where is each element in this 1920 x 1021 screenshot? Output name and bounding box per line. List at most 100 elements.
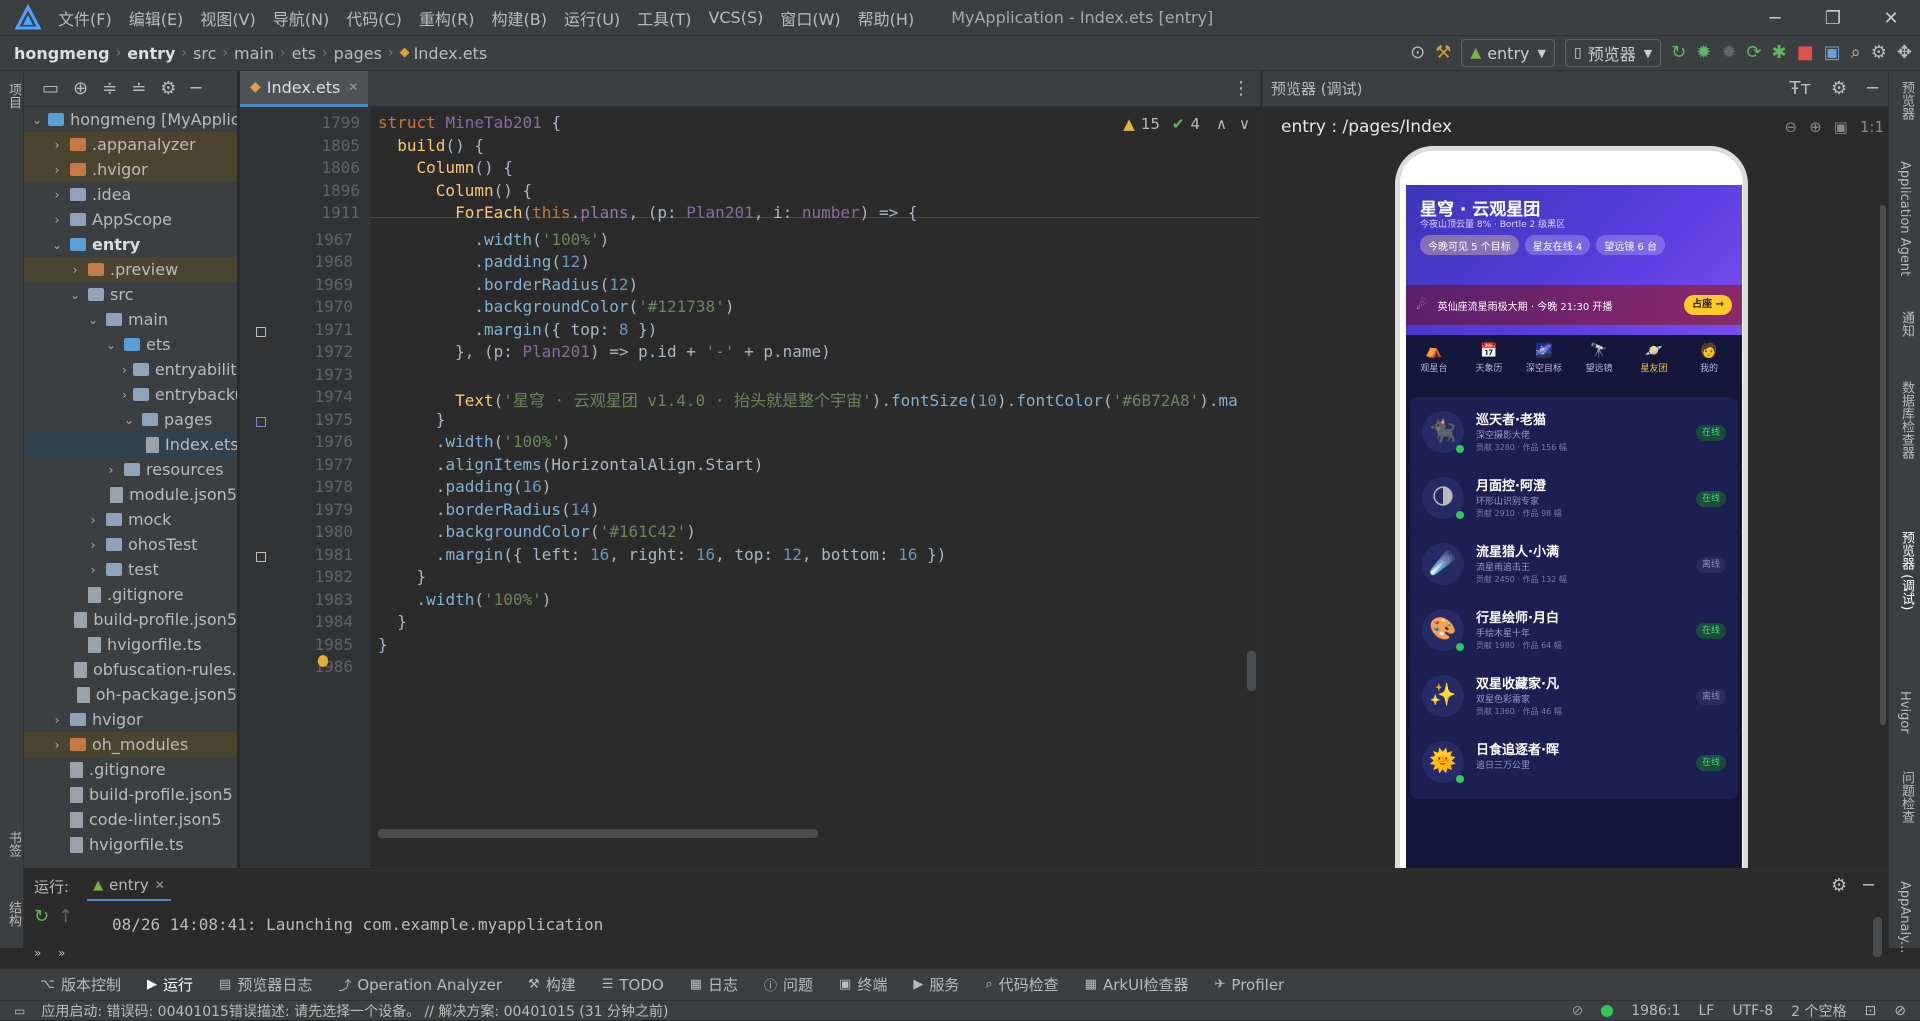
menu-item[interactable]: 视图(V) xyxy=(200,6,255,30)
bottom-tab[interactable]: ▦ 日志 xyxy=(690,974,738,995)
tree-node[interactable]: › .appanalyzer xyxy=(24,132,237,157)
bottom-tab[interactable]: ▦ ArkUI检查器 xyxy=(1085,974,1189,995)
bottom-tab[interactable]: ▣ 终端 xyxy=(839,974,887,995)
bottom-tab[interactable]: ▶ 服务 xyxy=(913,974,959,995)
attach-debugger-icon[interactable]: ✹ xyxy=(1721,43,1736,63)
bookmarks-tool-button[interactable]: 书签 xyxy=(4,831,23,857)
tree-node[interactable]: code-linter.json5 xyxy=(24,807,237,832)
tree-node[interactable]: › entrybackupability xyxy=(24,382,237,407)
breadcrumb-item[interactable]: pages xyxy=(334,44,382,63)
menu-item[interactable]: 导航(N) xyxy=(273,6,329,30)
breadcrumb-item[interactable]: main xyxy=(234,44,274,63)
minimize-icon[interactable]: ─ xyxy=(1746,8,1804,29)
structure-tool-button[interactable]: 结构 xyxy=(4,901,23,927)
tree-node[interactable]: hvigorfile.ts xyxy=(24,632,237,657)
more-right-icon[interactable]: » xyxy=(58,943,65,963)
target-icon[interactable]: ⊙ xyxy=(1410,43,1425,63)
readonly-icon[interactable]: ⊡ xyxy=(1865,1003,1877,1019)
breadcrumb-item[interactable]: src xyxy=(193,44,216,63)
friend-card[interactable]: 🌗 月面控·阿澄 环形山识别专家 贡献 2910 · 作品 98 幅在线 xyxy=(1410,463,1738,535)
friend-card[interactable]: 🌞 日食追逐者·晖 追日三万公里 在线 xyxy=(1410,727,1738,799)
tree-node[interactable]: hvigorfile.ts xyxy=(24,832,237,857)
close-run-tab-icon[interactable]: ✕ xyxy=(155,878,165,892)
app-nav-item[interactable]: 🔭 望远镜 xyxy=(1575,343,1623,374)
prev-highlight-icon[interactable]: ∧ xyxy=(1216,115,1227,133)
line-separator[interactable]: LF xyxy=(1699,1003,1715,1019)
settings-icon[interactable]: ⚙ xyxy=(1871,43,1887,63)
chevron-right-icon[interactable]: › xyxy=(86,538,100,552)
bottom-tab[interactable]: ⚒ 构建 xyxy=(528,974,576,995)
tree-node[interactable]: › ohosTest xyxy=(24,532,237,557)
file-encoding[interactable]: UTF-8 xyxy=(1732,1003,1773,1019)
close-tab-icon[interactable]: ✕ xyxy=(348,77,358,97)
tree-node[interactable]: › oh_modules xyxy=(24,732,237,757)
previewer-tool-button[interactable]: 预览器 xyxy=(1897,81,1916,120)
hammer-icon[interactable]: ⚒ xyxy=(1435,43,1451,63)
fit-icon[interactable]: ▣ xyxy=(1834,118,1848,136)
friend-card[interactable]: 🎨 行星绘师·月白 手绘木星十年 贡献 1980 · 作品 64 幅在线 xyxy=(1410,595,1738,667)
hide-icon[interactable]: ─ xyxy=(190,78,201,99)
chevron-down-icon[interactable]: ⌄ xyxy=(104,338,118,352)
project-tool-button[interactable]: 项目 xyxy=(4,83,23,109)
tab-index-ets[interactable]: ◆ Index.ets ✕ xyxy=(240,70,369,107)
tree-node[interactable]: oh-package.json5 xyxy=(24,682,237,707)
restore-icon[interactable]: ❐ xyxy=(1804,8,1862,29)
vertical-scrollbar[interactable] xyxy=(1247,651,1256,691)
chevron-right-icon[interactable]: › xyxy=(68,263,82,277)
horizontal-scrollbar[interactable] xyxy=(378,829,818,838)
more-tabs-icon[interactable]: ⋮ xyxy=(1232,79,1250,99)
more-left-icon[interactable]: » xyxy=(34,943,41,963)
hide-panel-icon[interactable]: ─ xyxy=(1867,78,1878,99)
friend-card[interactable]: ☄️ 流星猎人·小满 流星雨追击王 贡献 2450 · 作品 132 幅 离线 xyxy=(1410,529,1738,601)
expand-all-icon[interactable]: ≑ xyxy=(102,78,117,99)
rerun-icon[interactable]: ↻ xyxy=(1671,43,1686,63)
app-nav-item[interactable]: 🧑 我的 xyxy=(1685,343,1733,374)
zoom-out-icon[interactable]: ⊖ xyxy=(1785,118,1798,136)
bottom-tab[interactable]: ☰ TODO xyxy=(602,976,664,994)
chevron-right-icon[interactable]: › xyxy=(50,213,64,227)
tree-node[interactable]: › entryability xyxy=(24,357,237,382)
locate-icon[interactable]: ⊕ xyxy=(73,78,88,99)
tree-node[interactable]: module.json5 xyxy=(24,482,237,507)
run-tab-entry[interactable]: ▲ entry ✕ xyxy=(87,871,171,901)
status-chip[interactable]: 星友在线 4 xyxy=(1524,235,1591,255)
reload-icon[interactable]: ⟳ xyxy=(1746,43,1761,63)
bottom-tab[interactable]: ▤ 预览器日志 xyxy=(219,974,312,995)
tree-node[interactable]: ⌄ entry xyxy=(24,232,237,257)
tree-node[interactable]: Index.ets xyxy=(24,432,237,457)
menu-item[interactable]: 工具(T) xyxy=(637,6,691,30)
menu-item[interactable]: 编辑(E) xyxy=(129,6,184,30)
friend-card[interactable]: 🐈‍⬛ 巡天者·老猫 深空摄影大佬 贡献 3280 · 作品 156 幅在线 xyxy=(1410,397,1738,469)
bottom-tab[interactable]: ▶ 运行 xyxy=(147,974,193,995)
indent-setting[interactable]: 2 个空格 xyxy=(1791,1001,1846,1021)
bottom-tab[interactable]: ⤴ Operation Analyzer xyxy=(338,975,502,995)
tree-node[interactable]: ⌄ pages xyxy=(24,407,237,432)
tree-node[interactable]: build-profile.json5 xyxy=(24,782,237,807)
previewer-debug-tool-button[interactable]: 预览器 (调试) xyxy=(1897,531,1916,610)
chevron-right-icon[interactable]: › xyxy=(122,388,127,402)
chevron-down-icon[interactable]: ⌄ xyxy=(50,238,64,252)
tree-node[interactable]: › .idea xyxy=(24,182,237,207)
app-nav-item[interactable]: 🌌 深空目标 xyxy=(1520,343,1568,374)
chevron-right-icon[interactable]: › xyxy=(86,513,100,527)
problems-check-tool-button[interactable]: 问题检查 xyxy=(1897,771,1916,823)
tree-node[interactable]: ⌄ ets xyxy=(24,332,237,357)
bottom-tab[interactable]: ⌕ 代码检查 xyxy=(985,974,1058,995)
rerun-run-icon[interactable]: ↻ xyxy=(34,907,49,927)
menu-item[interactable]: 重构(R) xyxy=(419,6,475,30)
application-agent-tool-button[interactable]: Application Agent xyxy=(1897,161,1912,276)
tree-node[interactable]: .gitignore xyxy=(24,582,237,607)
event-banner[interactable]: ☄ 英仙座流星雨极大期 · 今晚 21:30 开播 占座 → xyxy=(1406,285,1742,325)
module-selector[interactable]: ▲ entry ▼ xyxy=(1461,39,1555,67)
tree-node[interactable]: ⌄ main xyxy=(24,307,237,332)
chevron-right-icon[interactable]: › xyxy=(86,563,100,577)
previewer-scrollbar[interactable] xyxy=(1880,205,1886,725)
database-inspector-tool-button[interactable]: 数据库检查器 xyxy=(1897,381,1916,459)
chevron-right-icon[interactable]: › xyxy=(50,713,64,727)
menu-item[interactable]: 代码(C) xyxy=(346,6,402,30)
tree-node[interactable]: build-profile.json5 xyxy=(24,607,237,632)
tree-node[interactable]: ⌄ src xyxy=(24,282,237,307)
app-nav-item[interactable]: 📅 天象历 xyxy=(1465,343,1513,374)
chevron-down-icon[interactable]: ⌄ xyxy=(32,113,42,127)
chevron-right-icon[interactable]: › xyxy=(50,738,64,752)
